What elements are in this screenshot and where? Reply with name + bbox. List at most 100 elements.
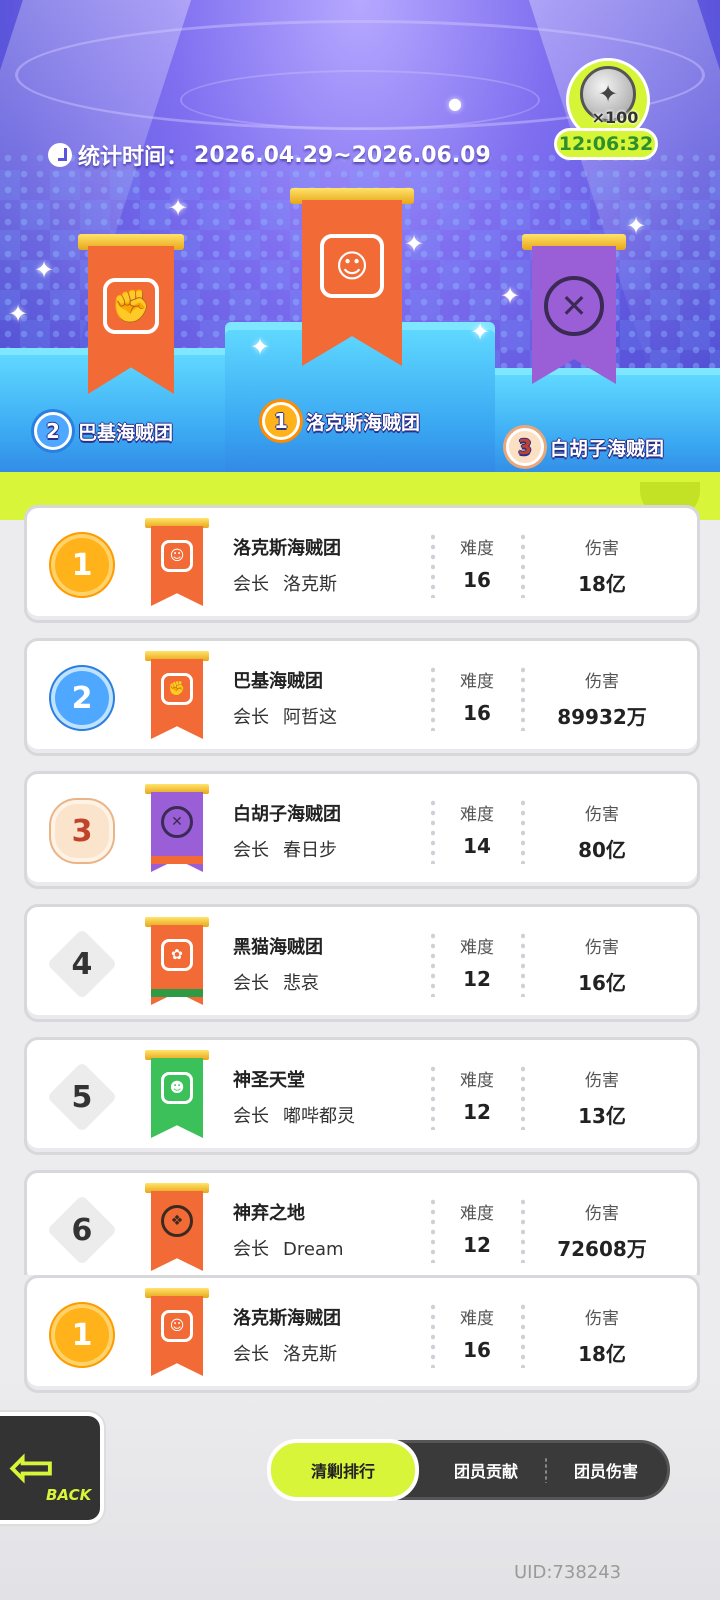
- guild-banner: ☻: [145, 1050, 209, 1142]
- difficulty-label: 难度: [460, 1309, 494, 1329]
- podium-third-name: 3 白胡子海贼团: [506, 428, 664, 466]
- tab-member-contribution[interactable]: 团员贡献: [421, 1443, 551, 1497]
- rank-medal: 3: [506, 428, 544, 466]
- difficulty-label: 难度: [460, 539, 494, 559]
- difficulty-label: 难度: [460, 938, 494, 958]
- guild-leader: 会长 嘟哔都灵: [233, 1106, 355, 1127]
- guild-banner: ✿: [145, 917, 209, 1009]
- difficulty-value: 16: [463, 701, 491, 725]
- banner-third[interactable]: ✕: [522, 234, 626, 384]
- damage-label: 伤害: [585, 539, 619, 559]
- guild-name: 黑猫海贼团: [233, 937, 323, 958]
- list-item[interactable]: 6 ❖ 神弃之地 会长 Dream 难度 12 伤害 72608万: [24, 1170, 700, 1275]
- guild-name: 神弃之地: [233, 1203, 305, 1224]
- rank-medal: 1: [55, 538, 109, 592]
- guild-leader: 会长 洛克斯: [233, 1344, 337, 1365]
- reward-count: ×100: [591, 108, 639, 127]
- sparkle-icon: ✦: [626, 212, 647, 240]
- clock-icon: [48, 143, 72, 167]
- difficulty-value: 16: [463, 568, 491, 592]
- emblem-icon: ✊: [103, 278, 159, 334]
- emblem-icon: ☺: [161, 1310, 193, 1342]
- list-item[interactable]: 1 ☺ 洛克斯海贼团 会长 洛克斯 难度 16 伤害 18亿: [24, 505, 700, 623]
- guild-name: 神圣天堂: [233, 1070, 305, 1091]
- guild-banner: ✊: [145, 651, 209, 743]
- stage-ring-inner: [180, 70, 540, 130]
- reward-timer: 12:06:32: [554, 128, 658, 160]
- guild-leader: 会长 阿哲这: [233, 707, 337, 728]
- emblem-icon: ✕: [544, 276, 604, 336]
- difficulty-label: 难度: [460, 805, 494, 825]
- guild-name: 洛克斯海贼团: [233, 1308, 341, 1329]
- guild-banner: ☺: [145, 1288, 209, 1380]
- guild-banner: ❖: [145, 1183, 209, 1275]
- damage-value: 18亿: [578, 1342, 626, 1366]
- sparkle-icon: ●: [448, 94, 462, 113]
- emblem-icon: ❖: [161, 1205, 193, 1237]
- list-item[interactable]: 5 ☻ 神圣天堂 会长 嘟哔都灵 难度 12 伤害 13亿: [24, 1037, 700, 1155]
- reward-badge[interactable]: ✦ ×100 12:06:32: [554, 58, 660, 160]
- ranking-list[interactable]: 1 ☺ 洛克斯海贼团 会长 洛克斯 难度 16 伤害 18亿 2 ✊ 巴基海贼团 …: [0, 505, 720, 1275]
- user-id: UID:738243: [514, 1562, 622, 1583]
- difficulty-value: 12: [463, 1233, 491, 1257]
- guild-name: 巴基海贼团: [233, 671, 323, 692]
- difficulty-label: 难度: [460, 1071, 494, 1091]
- difficulty-label: 难度: [460, 672, 494, 692]
- my-guild-row[interactable]: 1 ☺ 洛克斯海贼团 会长 洛克斯 难度 16 伤害 18亿: [24, 1275, 700, 1393]
- emblem-icon: ✿: [161, 939, 193, 971]
- damage-value: 72608万: [557, 1237, 647, 1261]
- rank-medal: 1: [262, 402, 300, 440]
- rank-medal: 1: [55, 1308, 109, 1362]
- damage-label: 伤害: [585, 805, 619, 825]
- back-label: BACK: [46, 1486, 92, 1504]
- podium-second-name: 2 巴基海贼团: [34, 412, 173, 450]
- emblem-icon: ✕: [161, 806, 193, 838]
- tab-bar: 清剿排行 团员贡献 团员伤害: [267, 1439, 671, 1501]
- sparkle-icon: ✦: [8, 300, 29, 328]
- podium-hero: ✦ ✦ ✦ ✦ ✦ ✦ ✦ ✦ ● 统计时间： 2026.04.29~2026.…: [0, 0, 720, 520]
- sparkle-icon: ✦: [500, 282, 521, 310]
- difficulty-label: 难度: [460, 1204, 494, 1224]
- guild-banner: ✕: [145, 784, 209, 876]
- damage-label: 伤害: [585, 1309, 619, 1329]
- guild-leader: 会长 春日步: [233, 840, 337, 861]
- rank-medal: 6: [46, 1194, 118, 1266]
- guild-leader: 会长 悲哀: [233, 973, 319, 994]
- rank-medal: 5: [46, 1061, 118, 1133]
- sparkle-icon: ✦: [168, 194, 189, 222]
- difficulty-value: 12: [463, 1100, 491, 1124]
- guild-name: 白胡子海贼团: [233, 804, 341, 825]
- rank-medal: 2: [34, 412, 72, 450]
- tab-member-damage[interactable]: 团员伤害: [541, 1443, 671, 1497]
- banner-first[interactable]: ☺: [290, 188, 414, 368]
- sparkle-icon: ✦: [250, 333, 271, 361]
- difficulty-value: 14: [463, 834, 491, 858]
- difficulty-value: 16: [463, 1338, 491, 1362]
- damage-value: 89932万: [557, 705, 647, 729]
- emblem-icon: ☺: [161, 540, 193, 572]
- difficulty-value: 12: [463, 967, 491, 991]
- emblem-icon: ☻: [161, 1072, 193, 1104]
- stat-time: 统计时间： 2026.04.29~2026.06.09: [48, 140, 491, 170]
- damage-label: 伤害: [585, 672, 619, 692]
- emblem-icon: ☺: [320, 234, 384, 298]
- emblem-icon: ✊: [161, 673, 193, 705]
- guild-name: 洛克斯海贼团: [233, 538, 341, 559]
- stat-time-range: 2026.04.29~2026.06.09: [194, 142, 491, 168]
- guild-leader: 会长 洛克斯: [233, 574, 337, 595]
- list-item[interactable]: 2 ✊ 巴基海贼团 会长 阿哲这 难度 16 伤害 89932万: [24, 638, 700, 756]
- damage-label: 伤害: [585, 1071, 619, 1091]
- tab-clear-ranking[interactable]: 清剿排行: [267, 1439, 419, 1501]
- damage-value: 13亿: [578, 1104, 626, 1128]
- rank-medal: 2: [55, 671, 109, 725]
- list-item[interactable]: 4 ✿ 黑猫海贼团 会长 悲哀 难度 12 伤害 16亿: [24, 904, 700, 1022]
- guild-leader: 会长 Dream: [233, 1239, 344, 1260]
- damage-value: 80亿: [578, 838, 626, 862]
- damage-label: 伤害: [585, 938, 619, 958]
- podium-first-name: 1 洛克斯海贼团: [262, 402, 420, 440]
- back-button[interactable]: ⇦ BACK: [0, 1412, 104, 1524]
- list-item[interactable]: 3 ✕ 白胡子海贼团 会长 春日步 难度 14 伤害 80亿: [24, 771, 700, 889]
- rank-medal: 4: [46, 928, 118, 1000]
- banner-second[interactable]: ✊: [78, 234, 184, 394]
- damage-value: 16亿: [578, 971, 626, 995]
